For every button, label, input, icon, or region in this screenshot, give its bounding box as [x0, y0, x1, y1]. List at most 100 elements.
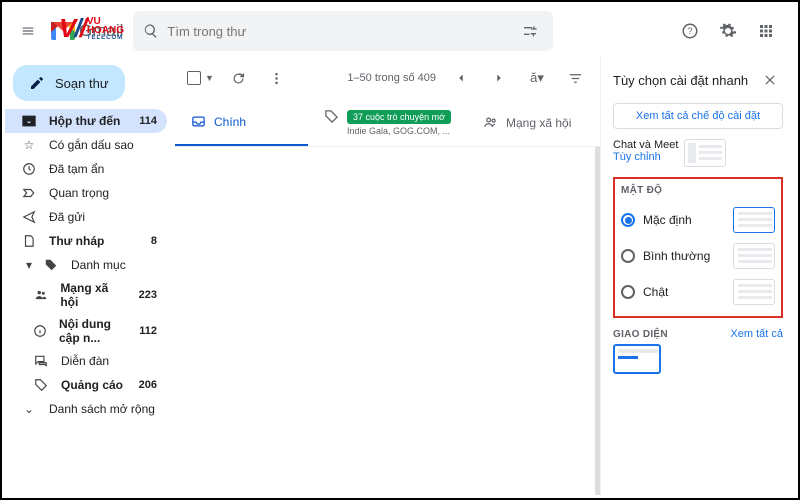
sidebar-subitem-promotions[interactable]: Quảng cáo 206	[5, 373, 167, 397]
sidebar-item-label: Nội dung cập n...	[59, 317, 127, 345]
sidebar-item-inbox[interactable]: Hộp thư đến 114	[5, 109, 167, 133]
pencil-icon	[29, 75, 45, 91]
close-quick-settings[interactable]	[757, 67, 783, 93]
prev-page-button[interactable]	[448, 65, 474, 91]
apps-grid-icon	[757, 22, 775, 40]
scrollbar[interactable]	[595, 147, 600, 495]
density-section: MẬT ĐỘ Mặc định Bình thường	[613, 177, 783, 318]
tag-icon	[43, 257, 59, 273]
tab-primary[interactable]: Chính	[175, 99, 308, 146]
main-pane: ▼ 1–50 trong số 409 ă▾ Chính	[175, 57, 600, 495]
theme-see-all-link[interactable]: Xem tất cả	[730, 328, 783, 340]
tune-icon	[522, 23, 538, 39]
gmail-icon	[51, 22, 75, 40]
density-label: Mặc định	[643, 213, 692, 227]
gmail-logo[interactable]: Gmail	[51, 21, 123, 41]
sidebar-item-count: 112	[139, 325, 157, 337]
see-all-settings-button[interactable]: Xem tất cả chế độ cài đặt	[613, 103, 783, 129]
message-list[interactable]	[175, 147, 600, 495]
radio-icon	[621, 285, 635, 299]
more-button[interactable]	[264, 65, 290, 91]
star-icon: ☆	[21, 137, 37, 153]
inbox-tab-icon	[191, 114, 206, 129]
density-label: Bình thường	[643, 249, 710, 263]
sidebar-item-label: Thư nháp	[49, 234, 104, 248]
settings-button[interactable]	[715, 18, 741, 44]
theme-preview[interactable]	[613, 344, 661, 374]
compose-button[interactable]: Soạn thư	[13, 65, 125, 101]
input-tools-button[interactable]: ă▾	[524, 65, 550, 91]
inbox-icon	[21, 113, 37, 129]
sidebar-item-important[interactable]: Quan trọng	[5, 181, 167, 205]
app-header: Gmail V// VU HOANG TELECOM ?	[5, 5, 795, 57]
chevron-down-icon: ▾	[21, 257, 37, 273]
sidebar-subitem-social[interactable]: Mạng xã hội 223	[5, 277, 167, 313]
sidebar-item-label: Quan trọng	[49, 186, 109, 200]
tab-label: Chính	[214, 115, 246, 129]
filter-icon	[568, 71, 583, 86]
sidebar-item-more[interactable]: ⌄ Danh sách mở rộng	[5, 397, 167, 421]
sidebar-item-snoozed[interactable]: Đã tạm ẩn	[5, 157, 167, 181]
chevron-left-icon	[454, 71, 468, 85]
sidebar-item-label: Danh mục	[71, 258, 126, 272]
sidebar-item-count: 206	[139, 379, 157, 391]
density-option-comfortable[interactable]: Bình thường	[621, 238, 775, 274]
sidebar-item-count: 223	[139, 289, 157, 301]
split-pane-button[interactable]	[562, 65, 588, 91]
help-button[interactable]: ?	[677, 18, 703, 44]
sidebar-item-starred[interactable]: ☆ Có gắn dấu sao	[5, 133, 167, 157]
sidebar-item-count: 8	[151, 235, 157, 247]
chevron-down-icon: ⌄	[21, 401, 37, 417]
chat-meet-title: Chat và Meet	[613, 139, 678, 151]
density-option-compact[interactable]: Chật	[621, 274, 775, 310]
sidebar-subitem-updates[interactable]: Nội dung cập n... 112	[5, 313, 167, 349]
search-icon	[143, 23, 159, 39]
send-icon	[21, 209, 37, 225]
density-preview	[733, 243, 775, 269]
tab-label: Mạng xã hội	[506, 116, 571, 130]
tab-promotions[interactable]: 37 cuộc trò chuyện mớ Indie Gala, GOG.CO…	[308, 99, 467, 146]
logo-area: Gmail V// VU HOANG TELECOM	[51, 21, 123, 41]
main-menu-button[interactable]	[15, 18, 41, 44]
radio-icon	[621, 213, 635, 227]
quick-settings-title: Tùy chọn cài đặt nhanh	[613, 73, 748, 88]
chat-customize-link[interactable]: Tùy chỉnh	[613, 151, 678, 163]
help-icon: ?	[681, 22, 699, 40]
sidebar-subitem-forums[interactable]: Diễn đàn	[5, 349, 167, 373]
sidebar-item-sent[interactable]: Đã gửi	[5, 205, 167, 229]
select-all-checkbox[interactable]	[187, 71, 201, 85]
tab-social[interactable]: Mạng xã hội	[467, 99, 600, 146]
apps-button[interactable]	[753, 18, 779, 44]
density-label: Chật	[643, 285, 668, 299]
hamburger-icon	[21, 22, 35, 40]
radio-icon	[621, 249, 635, 263]
search-bar[interactable]	[133, 11, 553, 51]
chat-layout-preview	[684, 139, 726, 167]
svg-text:?: ?	[687, 26, 692, 36]
refresh-button[interactable]	[226, 65, 252, 91]
quick-settings-panel: Tùy chọn cài đặt nhanh Xem tất cả chế độ…	[600, 57, 795, 495]
sidebar-item-label: Diễn đàn	[61, 354, 109, 368]
search-input[interactable]	[167, 24, 509, 39]
clock-icon	[21, 161, 37, 177]
density-preview	[733, 279, 775, 305]
sidebar-item-count: 114	[139, 115, 157, 127]
sidebar-item-label: Đã gửi	[49, 210, 85, 224]
compose-label: Soạn thư	[55, 76, 109, 91]
density-option-default[interactable]: Mặc định	[621, 202, 775, 238]
refresh-icon	[231, 71, 246, 86]
density-preview	[733, 207, 775, 233]
sidebar-item-label: Có gắn dấu sao	[49, 138, 134, 152]
app-name: Gmail	[79, 21, 123, 41]
search-options-button[interactable]	[517, 18, 543, 44]
mail-toolbar: ▼ 1–50 trong số 409 ă▾	[175, 57, 600, 99]
info-icon	[33, 323, 47, 339]
promo-icon	[33, 377, 49, 393]
sidebar-item-drafts[interactable]: Thư nháp 8	[5, 229, 167, 253]
sidebar-item-categories[interactable]: ▾ Danh mục	[5, 253, 167, 277]
tab-badge: 37 cuộc trò chuyện mớ	[347, 110, 451, 124]
theme-title: GIAO DIỆN	[613, 329, 668, 340]
next-page-button[interactable]	[486, 65, 512, 91]
select-dropdown-icon[interactable]: ▼	[205, 73, 214, 83]
sidebar-item-label: Danh sách mở rộng	[49, 402, 155, 416]
